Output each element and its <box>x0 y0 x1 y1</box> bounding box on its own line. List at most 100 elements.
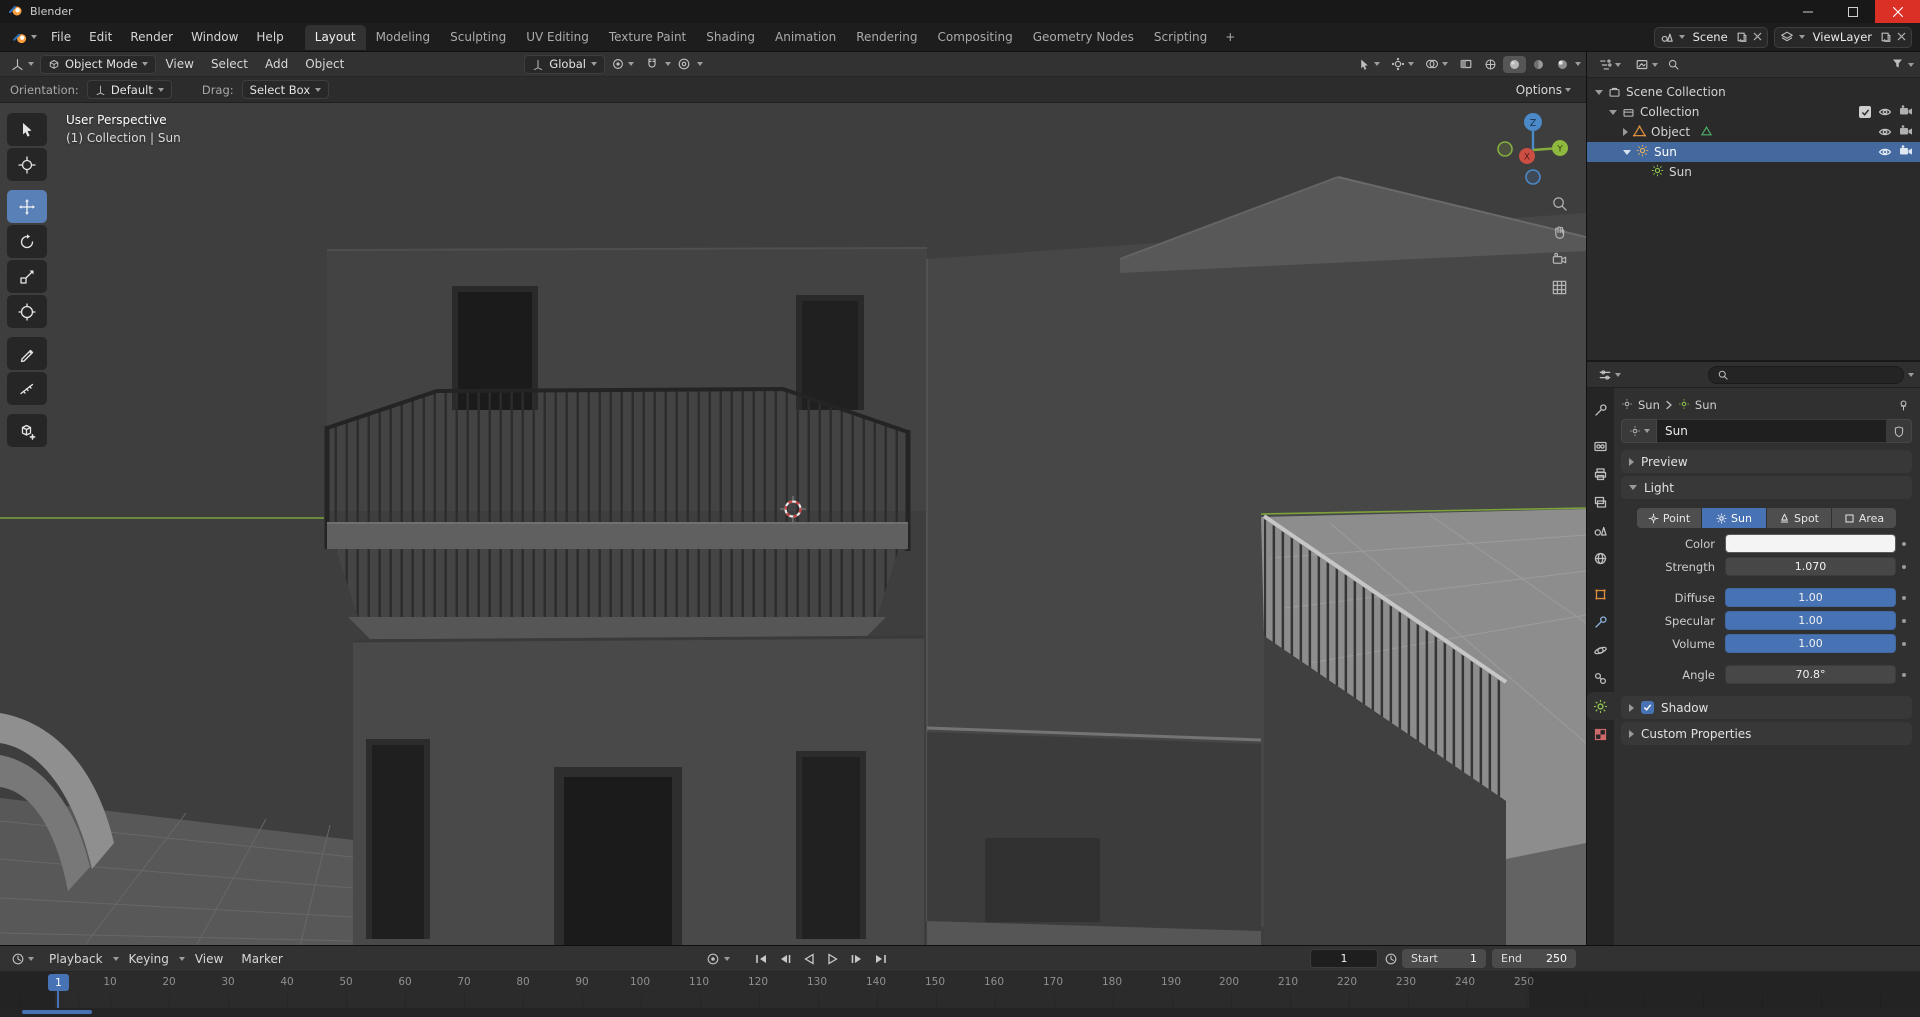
strength-field[interactable]: 1.070 <box>1725 557 1896 576</box>
shadow-checkbox[interactable] <box>1641 701 1654 714</box>
panel-custom-properties-header[interactable]: Custom Properties <box>1621 722 1912 745</box>
menu-file[interactable]: File <box>42 27 80 47</box>
outliner-row-scene-collection[interactable]: Scene Collection <box>1587 82 1920 102</box>
viewlayer-selector[interactable]: ViewLayer <box>1773 26 1912 48</box>
workspace-tab-layout[interactable]: Layout <box>304 24 366 50</box>
color-swatch[interactable] <box>1725 534 1896 553</box>
unlink-scene-icon[interactable] <box>1753 30 1762 44</box>
panel-preview-header[interactable]: Preview <box>1621 450 1912 473</box>
disable-render-camera-icon[interactable] <box>1899 145 1913 159</box>
xray-toggle-icon[interactable] <box>1454 55 1478 73</box>
viewlayer-name[interactable]: ViewLayer <box>1810 30 1875 44</box>
workspace-tab-geometry-nodes[interactable]: Geometry Nodes <box>1023 25 1144 50</box>
workspace-tab-uv-editing[interactable]: UV Editing <box>516 25 599 50</box>
menu-window[interactable]: Window <box>182 27 247 47</box>
collection-checkbox[interactable] <box>1859 106 1871 118</box>
tab-render[interactable] <box>1587 432 1614 460</box>
options-button[interactable]: Options <box>1511 81 1576 99</box>
pan-hand-icon[interactable] <box>1551 223 1568 240</box>
light-type-point[interactable]: Point <box>1637 508 1701 528</box>
new-scene-icon[interactable] <box>1736 31 1748 43</box>
pivot-point-selector[interactable] <box>606 55 639 73</box>
editor-type-outliner-icon[interactable] <box>1593 56 1626 74</box>
fake-user-shield-icon[interactable] <box>1887 419 1912 443</box>
row-label[interactable]: Collection <box>1640 105 1699 119</box>
selectability-filter-icon[interactable] <box>1353 56 1385 73</box>
workspace-tab-scripting[interactable]: Scripting <box>1144 25 1217 50</box>
row-label[interactable]: Object <box>1651 125 1690 139</box>
camera-view-icon[interactable] <box>1551 251 1568 268</box>
breadcrumb-object-name[interactable]: Sun <box>1638 398 1660 412</box>
add-viewlayer-icon[interactable] <box>1880 31 1892 43</box>
tool-cursor[interactable] <box>7 148 47 181</box>
disable-render-camera-icon[interactable] <box>1899 125 1913 139</box>
scene-selector[interactable]: Scene <box>1653 26 1768 48</box>
tab-tool[interactable] <box>1587 396 1614 424</box>
jump-to-start-button[interactable] <box>750 950 772 968</box>
ortho-grid-icon[interactable] <box>1551 279 1568 296</box>
snap-toggle-magnet-icon[interactable] <box>640 55 664 73</box>
row-label[interactable]: Scene Collection <box>1626 85 1726 99</box>
orientation-dropdown[interactable]: Default <box>86 80 172 99</box>
maximize-button[interactable] <box>1830 0 1875 23</box>
row-label[interactable]: Sun <box>1669 165 1692 179</box>
tool-add-cube[interactable] <box>7 414 47 447</box>
tab-physics[interactable] <box>1587 636 1614 664</box>
scene-dropdown-icon[interactable] <box>1678 35 1685 39</box>
playhead-frame-badge[interactable]: 1 <box>48 974 69 991</box>
pin-icon[interactable] <box>1897 399 1910 412</box>
workspace-tab-rendering[interactable]: Rendering <box>846 25 927 50</box>
proportional-editing-icon[interactable] <box>672 55 696 73</box>
workspace-tab-modeling[interactable]: Modeling <box>366 25 441 50</box>
editor-type-timeline-icon[interactable] <box>6 950 39 968</box>
outliner-options-dropdown[interactable] <box>1908 62 1914 67</box>
workspace-tab-sculpting[interactable]: Sculpting <box>440 25 516 50</box>
datablock-name-field[interactable]: Sun <box>1657 419 1887 443</box>
workspace-tab-compositing[interactable]: Compositing <box>927 25 1022 50</box>
play-button[interactable] <box>822 950 844 968</box>
tab-scene[interactable] <box>1587 516 1614 544</box>
editor-type-3d-viewport-icon[interactable] <box>5 55 39 74</box>
animate-diffuse-dot[interactable] <box>1896 595 1912 600</box>
angle-field[interactable]: 70.8° <box>1725 665 1896 684</box>
viewport-menu-view[interactable]: View <box>157 54 201 74</box>
outliner-search-icon[interactable] <box>1667 58 1680 71</box>
viewlayer-dropdown-icon[interactable] <box>1798 35 1805 39</box>
properties-options-dropdown[interactable] <box>1908 372 1914 377</box>
minimize-button[interactable] <box>1785 0 1830 23</box>
outliner-display-mode-icon[interactable] <box>1630 56 1663 74</box>
workspace-tab-animation[interactable]: Animation <box>765 25 846 50</box>
tool-rotate[interactable] <box>7 225 47 258</box>
tab-constraints[interactable] <box>1587 664 1614 692</box>
viewport-menu-add[interactable]: Add <box>257 54 296 74</box>
properties-search-input[interactable] <box>1708 365 1904 384</box>
animate-strength-dot[interactable] <box>1896 564 1912 569</box>
specular-slider[interactable]: 1.00 <box>1725 611 1896 630</box>
use-preview-range-icon[interactable] <box>1384 952 1398 966</box>
tool-select-box[interactable] <box>7 113 47 146</box>
playhead-line[interactable] <box>57 991 59 1008</box>
disclosure-icon[interactable] <box>1595 89 1603 95</box>
outliner-row-sun-object[interactable]: Sun <box>1587 142 1920 162</box>
remove-viewlayer-icon[interactable] <box>1897 30 1906 44</box>
timeline-menu-playback[interactable]: Playback <box>41 949 111 969</box>
timeline-menu-keying[interactable]: Keying <box>121 949 177 969</box>
drag-dropdown[interactable]: Select Box <box>241 80 330 99</box>
browse-light-data-button[interactable] <box>1621 419 1657 443</box>
mode-selector[interactable]: Object Mode <box>40 54 157 74</box>
outliner-row-collection[interactable]: Collection <box>1587 102 1920 122</box>
navigation-gizmo[interactable]: X Z Y <box>1494 108 1572 189</box>
current-frame-field[interactable]: 1 <box>1310 949 1378 968</box>
viewport-menu-select[interactable]: Select <box>203 54 256 74</box>
animate-color-dot[interactable] <box>1896 541 1912 546</box>
transform-orientation-selector[interactable]: Global <box>524 54 605 74</box>
animate-angle-dot[interactable] <box>1896 672 1912 677</box>
add-workspace-button[interactable]: + <box>1217 26 1243 48</box>
disable-render-camera-icon[interactable] <box>1899 105 1913 119</box>
blender-menu-icon[interactable] <box>8 28 42 47</box>
panel-light-header[interactable]: Light <box>1621 476 1912 499</box>
jump-to-end-button[interactable] <box>870 950 892 968</box>
animate-volume-dot[interactable] <box>1896 641 1912 646</box>
tool-move[interactable] <box>7 190 47 223</box>
workspace-tab-shading[interactable]: Shading <box>696 25 765 50</box>
